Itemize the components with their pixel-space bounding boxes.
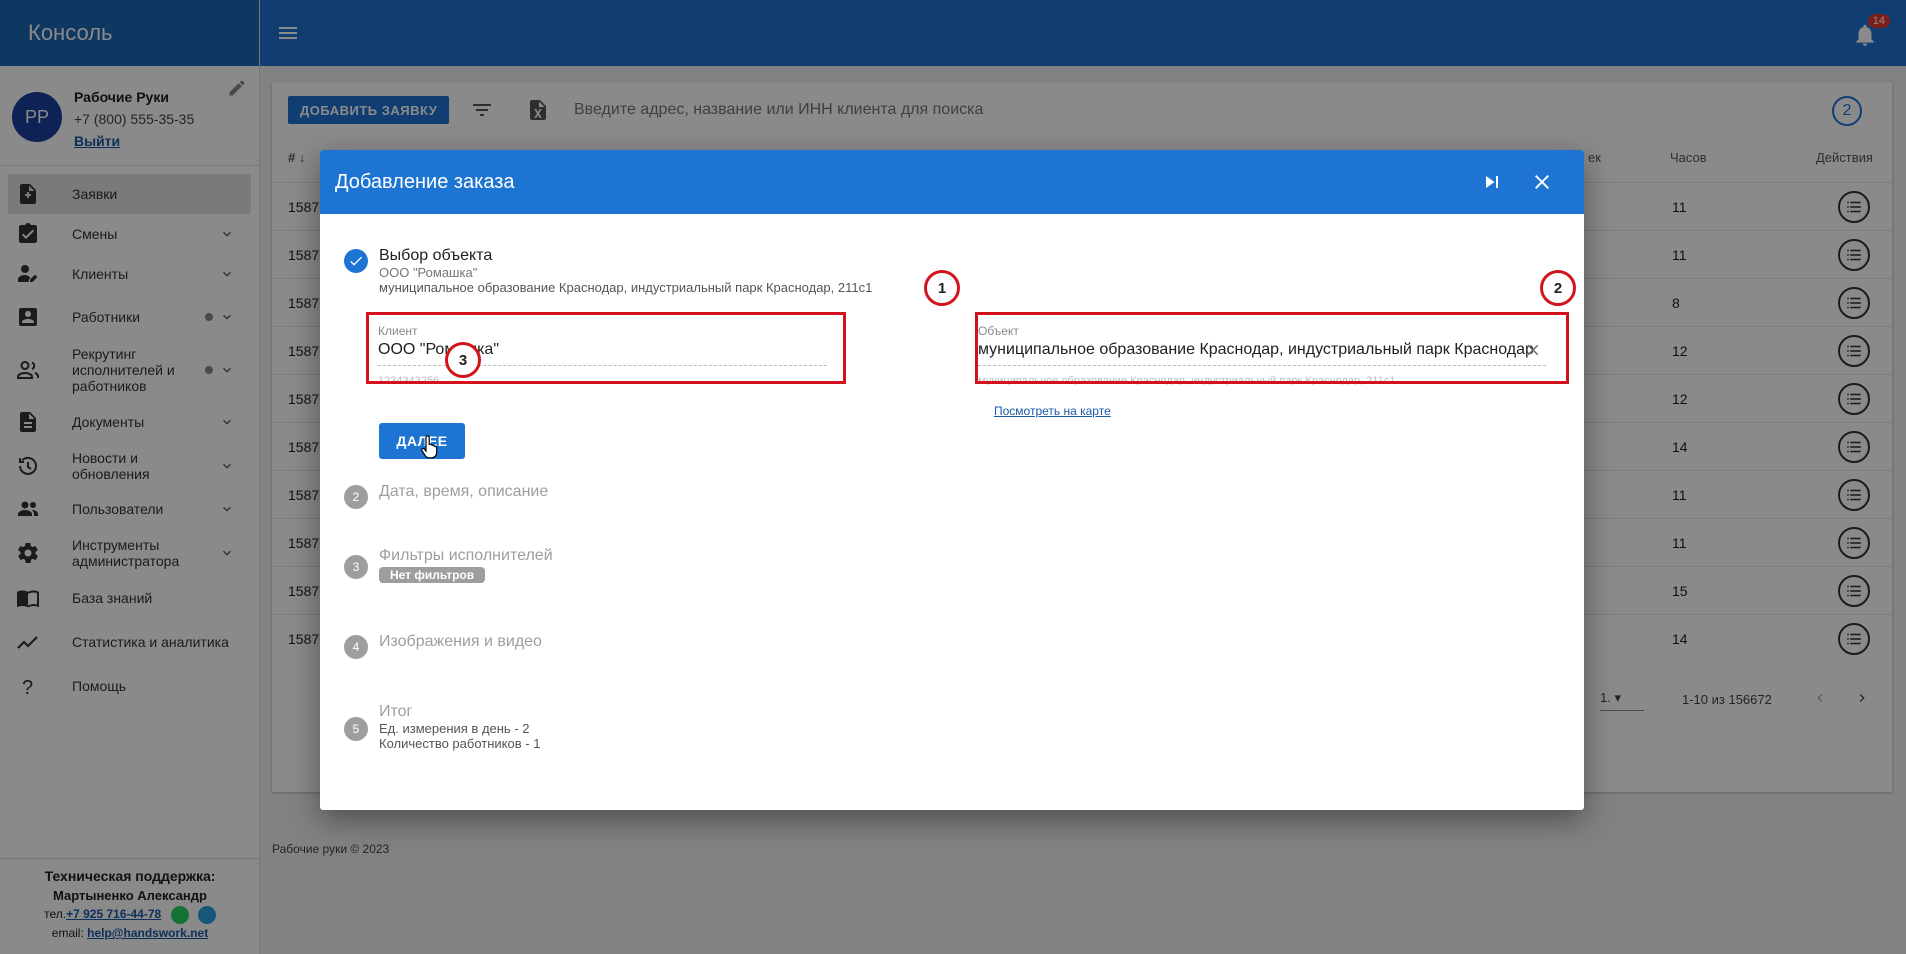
callout-number-2: 2 xyxy=(1540,270,1576,306)
step-4-text: Изображения и видео xyxy=(379,633,542,651)
callout-highlight-2 xyxy=(975,312,1569,384)
callout-number-3: 3 xyxy=(445,342,481,378)
no-filters-chip: Нет фильтров xyxy=(379,567,486,583)
step-title[interactable]: Фильтры исполнителей xyxy=(379,547,553,565)
step-title[interactable]: Выбор объекта xyxy=(379,247,872,265)
step-summary-client: ООО "Ромашка" xyxy=(379,265,478,280)
view-on-map-link[interactable]: Посмотреть на карте xyxy=(994,404,1111,418)
step-summary-object: муниципальное образование Краснодар, инд… xyxy=(379,280,873,295)
step-number: 3 xyxy=(344,555,368,579)
skip-next-icon[interactable] xyxy=(1480,170,1504,194)
step-summary-units: Ед. измерения в день - 2 xyxy=(379,721,530,736)
step-1-text: Выбор объекта ООО "Ромашка" муниципально… xyxy=(379,247,872,295)
step-title[interactable]: Итог xyxy=(379,703,540,721)
step-title[interactable]: Дата, время, описание xyxy=(379,483,548,501)
callout-highlight-1 xyxy=(366,312,846,384)
step-title[interactable]: Изображения и видео xyxy=(379,633,542,651)
callout-number-1: 1 xyxy=(924,270,960,306)
close-icon[interactable] xyxy=(1530,170,1554,194)
step-5-text: Итог Ед. измерения в день - 2 Количество… xyxy=(379,703,540,751)
step-3-text: Фильтры исполнителей Нет фильтров xyxy=(379,547,553,584)
dialog-title: Добавление заказа xyxy=(335,171,515,193)
step-number: 2 xyxy=(344,485,368,509)
step-summary-workers: Количество работников - 1 xyxy=(379,736,541,751)
step-number: 5 xyxy=(344,717,368,741)
dialog-header: Добавление заказа xyxy=(320,150,1584,214)
add-order-dialog: Добавление заказа Выбор объекта ООО "Ром… xyxy=(320,150,1584,810)
step-number: 4 xyxy=(344,635,368,659)
step-2-text: Дата, время, описание xyxy=(379,483,548,501)
check-circle-icon xyxy=(344,249,368,273)
hand-cursor-icon xyxy=(421,435,438,459)
